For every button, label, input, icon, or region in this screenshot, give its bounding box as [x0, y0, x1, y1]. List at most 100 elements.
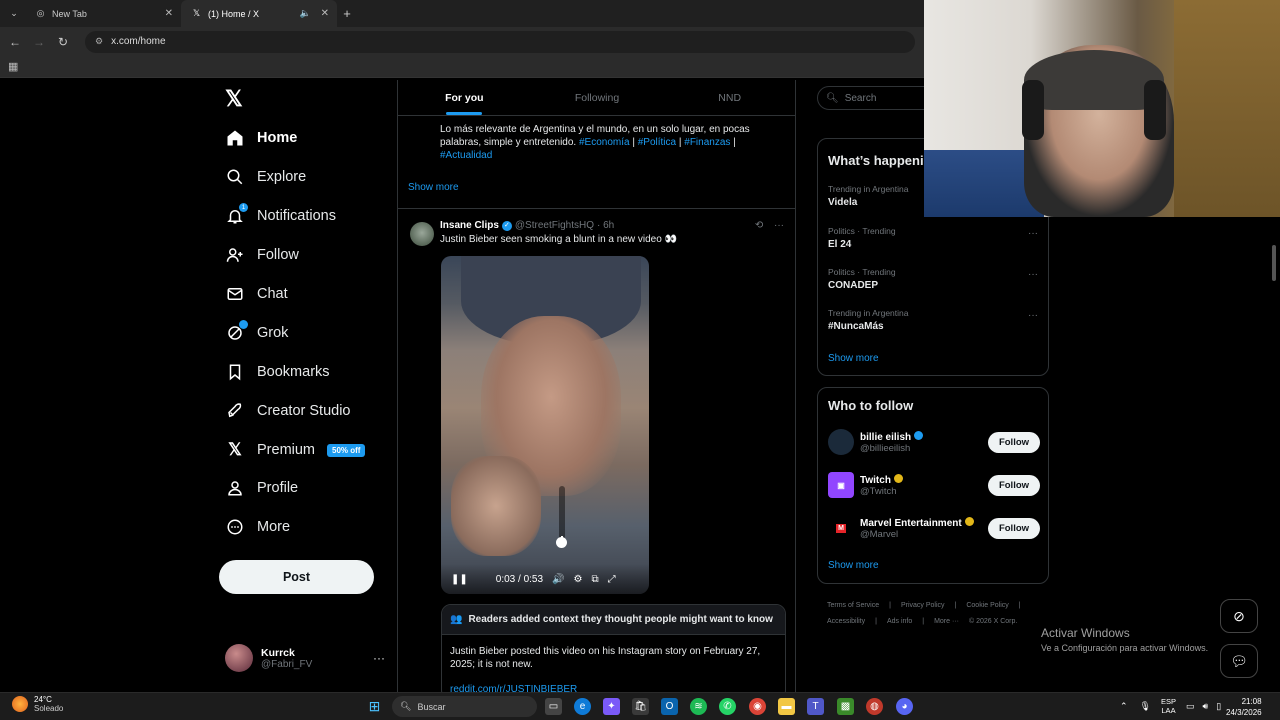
- forward-icon[interactable]: →: [27, 35, 51, 49]
- nav-grok[interactable]: Grok: [225, 318, 288, 348]
- nav-explore[interactable]: Explore: [225, 162, 306, 192]
- nav-home[interactable]: Home: [225, 123, 297, 153]
- fullscreen-icon[interactable]: ⤢: [608, 574, 616, 585]
- show-more-link[interactable]: Show more: [828, 560, 879, 571]
- footer-link[interactable]: Accessibility: [827, 618, 865, 625]
- copyright: © 2026 X Corp.: [968, 618, 1018, 625]
- show-more-link[interactable]: Show more: [408, 182, 459, 193]
- app-icon[interactable]: ◍: [866, 698, 883, 715]
- follow-suggestion[interactable]: M Marvel Entertainment @Marvel Follow: [828, 513, 1040, 543]
- tab-following[interactable]: Following: [531, 80, 664, 115]
- whatsapp-icon[interactable]: ✆: [719, 698, 736, 715]
- taskbar-search[interactable]: 🔍︎ Buscar: [392, 696, 537, 717]
- follow-button[interactable]: Follow: [988, 517, 1040, 539]
- language-indicator[interactable]: ESP LAA: [1161, 697, 1176, 715]
- follow-suggestion[interactable]: billie eilish @billieeilish Follow: [828, 427, 1040, 457]
- speaker-icon[interactable]: 🔈: [300, 8, 311, 19]
- close-icon[interactable]: ✕: [321, 8, 329, 19]
- weather-widget[interactable]: 24°C Soleado: [12, 695, 63, 713]
- hashtag-link[interactable]: #Política: [638, 137, 676, 148]
- tab-new-tab[interactable]: ◎ New Tab ✕: [25, 0, 181, 27]
- x-logo-icon[interactable]: 𝕏: [225, 88, 247, 110]
- more-dots-icon[interactable]: ···: [1028, 269, 1038, 280]
- settings-icon[interactable]: ⚙: [573, 574, 582, 585]
- grok-floating-button[interactable]: ⊘: [1220, 599, 1258, 633]
- post-time[interactable]: · 6h: [597, 220, 614, 231]
- footer-link[interactable]: Terms of Service: [827, 602, 879, 609]
- follow-button[interactable]: Follow: [988, 474, 1040, 496]
- note-link[interactable]: reddit.com/r/JUSTINBIEBER: [450, 683, 777, 692]
- battery-icon[interactable]: ▯: [1216, 701, 1221, 712]
- tab-search-icon[interactable]: ⌄: [3, 3, 25, 25]
- trend-item[interactable]: Politics · Trending CONADEP ···: [828, 267, 1040, 291]
- footer-link[interactable]: Cookie Policy: [966, 602, 1008, 609]
- close-icon[interactable]: ✕: [165, 8, 173, 19]
- tab-for-you[interactable]: For you: [398, 80, 531, 115]
- account-switcher[interactable]: Kurrck @Fabri_FV ···: [225, 642, 385, 674]
- volume-icon[interactable]: 🔊︎: [1203, 701, 1209, 712]
- tab-nnd[interactable]: NND: [663, 80, 795, 115]
- start-icon[interactable]: ⊞: [366, 698, 383, 715]
- more-dots-icon[interactable]: ···: [373, 651, 385, 665]
- trend-item[interactable]: Trending in Argentina #NuncaMás ···: [828, 308, 1040, 332]
- footer-link[interactable]: More ···: [934, 618, 959, 625]
- video-player[interactable]: ❚❚ 0:03 / 0:53 🔊 ⚙ ⧉ ⤢: [441, 256, 649, 594]
- apps-grid-icon[interactable]: ▦: [8, 60, 18, 73]
- post-author-name[interactable]: Insane Clips: [440, 220, 499, 231]
- clock[interactable]: 21:08 24/3/2026: [1226, 696, 1262, 718]
- back-icon[interactable]: ←: [3, 35, 27, 49]
- more-dots-icon[interactable]: ···: [1028, 228, 1038, 239]
- store-icon[interactable]: 🛍︎: [632, 698, 649, 715]
- show-more-link[interactable]: Show more: [828, 353, 879, 364]
- teams-icon[interactable]: T: [807, 698, 824, 715]
- minecraft-icon[interactable]: ▩: [837, 698, 854, 715]
- footer-link[interactable]: Privacy Policy: [901, 602, 945, 609]
- network-icon[interactable]: ▭: [1186, 701, 1195, 712]
- footer-link[interactable]: Ads info: [887, 618, 912, 625]
- messages-floating-button[interactable]: 💬︎: [1220, 644, 1258, 678]
- scrollbar-thumb[interactable]: [1272, 245, 1276, 281]
- chevron-up-icon[interactable]: ⌃: [1120, 701, 1128, 712]
- nav-chat[interactable]: Chat: [225, 279, 288, 309]
- nav-notifications[interactable]: 1 Notifications: [225, 201, 336, 231]
- file-explorer-icon[interactable]: ▬: [778, 698, 795, 715]
- search-input[interactable]: 🔍︎ Search: [817, 86, 937, 110]
- volume-knob[interactable]: [556, 537, 567, 548]
- microphone-icon[interactable]: 🎙︎: [1140, 701, 1151, 712]
- follow-button[interactable]: Follow: [988, 431, 1040, 453]
- grok-icon[interactable]: ⟲: [755, 220, 763, 231]
- spotify-icon[interactable]: ≋: [690, 698, 707, 715]
- avatar[interactable]: [410, 222, 434, 246]
- reload-icon[interactable]: ↻: [51, 35, 75, 49]
- post[interactable]: Insane Clips ✓ @StreetFightsHQ · 6h ⟲ ··…: [398, 210, 795, 692]
- discord-icon[interactable]: ◕: [896, 698, 913, 715]
- nav-label: Notifications: [257, 208, 336, 224]
- pause-icon[interactable]: ❚❚: [451, 574, 468, 585]
- post-author-handle[interactable]: @StreetFightsHQ: [515, 220, 594, 231]
- chrome-icon[interactable]: ◉: [749, 698, 766, 715]
- url-field[interactable]: ⚙ x.com/home: [85, 30, 915, 53]
- hashtag-link[interactable]: #Economía: [579, 137, 630, 148]
- edge-icon[interactable]: e: [574, 698, 591, 715]
- nav-bookmarks[interactable]: Bookmarks: [225, 357, 330, 387]
- tab-x-home[interactable]: 𝕏 (1) Home / X 🔈 ✕: [181, 0, 337, 27]
- nav-creator-studio[interactable]: Creator Studio: [225, 396, 351, 426]
- more-dots-icon[interactable]: ···: [774, 220, 784, 231]
- nav-premium[interactable]: 𝕏 Premium 50% off: [225, 435, 366, 465]
- hashtag-link[interactable]: #Finanzas: [684, 137, 730, 148]
- nav-more[interactable]: More: [225, 512, 290, 542]
- outlook-icon[interactable]: O: [661, 698, 678, 715]
- trend-item[interactable]: Politics · Trending El 24 ···: [828, 226, 1040, 250]
- follow-suggestion[interactable]: ▣ Twitch @Twitch Follow: [828, 470, 1040, 500]
- volume-icon[interactable]: 🔊: [552, 574, 564, 585]
- hashtag-link[interactable]: #Actualidad: [440, 150, 492, 161]
- nav-follow[interactable]: Follow: [225, 240, 299, 270]
- nav-profile[interactable]: Profile: [225, 473, 298, 503]
- task-view-icon[interactable]: ▭: [545, 698, 562, 715]
- post-button[interactable]: Post: [219, 560, 374, 594]
- more-dots-icon[interactable]: ···: [1028, 310, 1038, 321]
- new-tab-button[interactable]: +: [337, 6, 357, 21]
- site-settings-icon[interactable]: ⚙: [95, 36, 103, 47]
- copilot-icon[interactable]: ✦: [603, 698, 620, 715]
- pip-icon[interactable]: ⧉: [591, 574, 598, 585]
